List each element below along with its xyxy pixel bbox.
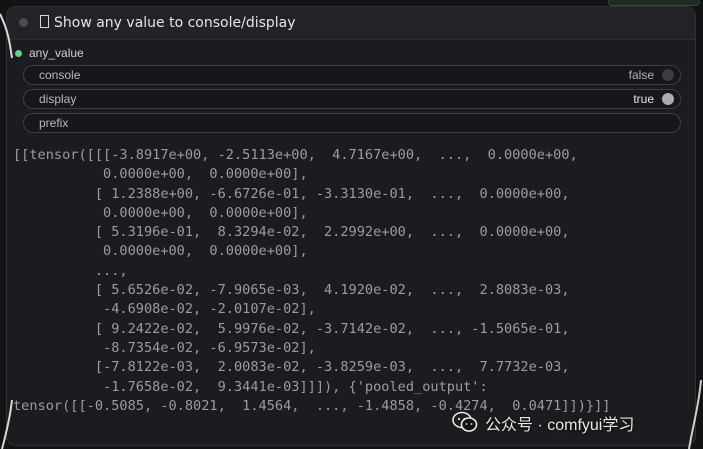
output-line: [ 5.6526e-02, -7.9065e-03, 4.1920e-02, .… (13, 282, 570, 299)
node-header[interactable]: Show any value to console/display (7, 7, 695, 40)
connection-wire-bottom (1, 400, 13, 449)
input-label: any_value (29, 46, 84, 60)
prefix-label: prefix (39, 116, 69, 130)
output-line: [ 5.3196e-01, 8.3294e-02, 2.2992e+00, ..… (13, 224, 570, 241)
output-line: -8.7354e-02, -6.9573e-02], (13, 339, 316, 356)
connection-wire (0, 13, 13, 59)
display-label: display (39, 92, 77, 106)
input-connector-icon[interactable] (15, 50, 22, 57)
wechat-icon (452, 411, 478, 432)
output-line: -4.6908e-02, -2.0107e-02], (13, 301, 316, 318)
node-title: Show any value to console/display (40, 15, 296, 31)
output-line: 0.0000e+00, 0.0000e+00], (13, 166, 308, 183)
output-line: 0.0000e+00, 0.0000e+00], (13, 243, 308, 260)
title-glyph-icon (40, 15, 49, 28)
display-output-text[interactable]: [[tensor([[[-3.8917e+00, -2.5113e+00, 4.… (13, 146, 681, 418)
output-line: [ 9.2422e-02, 5.9976e-02, -3.7142e-02, .… (13, 320, 570, 337)
connection-wire-right (688, 380, 702, 449)
console-value: false (628, 68, 654, 82)
display-value: true (633, 92, 654, 106)
output-line: 0.0000e+00, 0.0000e+00], (13, 204, 308, 221)
toggle-off-icon[interactable] (662, 69, 674, 81)
output-line: ..., (13, 262, 128, 279)
toggle-on-icon[interactable] (662, 93, 674, 105)
console-toggle[interactable]: console false (23, 65, 681, 85)
node-title-text: Show any value to console/display (54, 15, 296, 31)
output-line: [-7.8122e-03, 2.0083e-02, -3.8259e-03, .… (13, 359, 570, 376)
prefix-input[interactable]: prefix (23, 113, 681, 133)
output-line: [ 1.2388e+00, -6.6726e-01, -3.3130e-01, … (13, 185, 570, 202)
display-toggle[interactable]: display true (23, 89, 681, 109)
output-line: [[tensor([[[-3.8917e+00, -2.5113e+00, 4.… (13, 147, 578, 163)
output-line: -1.7658e-02, 9.3441e-03]]]), {'pooled_ou… (13, 378, 488, 395)
watermark-text: 公众号 · comfyui学习 (485, 417, 635, 434)
console-label: console (39, 68, 81, 82)
collapse-toggle-icon[interactable] (19, 18, 28, 27)
